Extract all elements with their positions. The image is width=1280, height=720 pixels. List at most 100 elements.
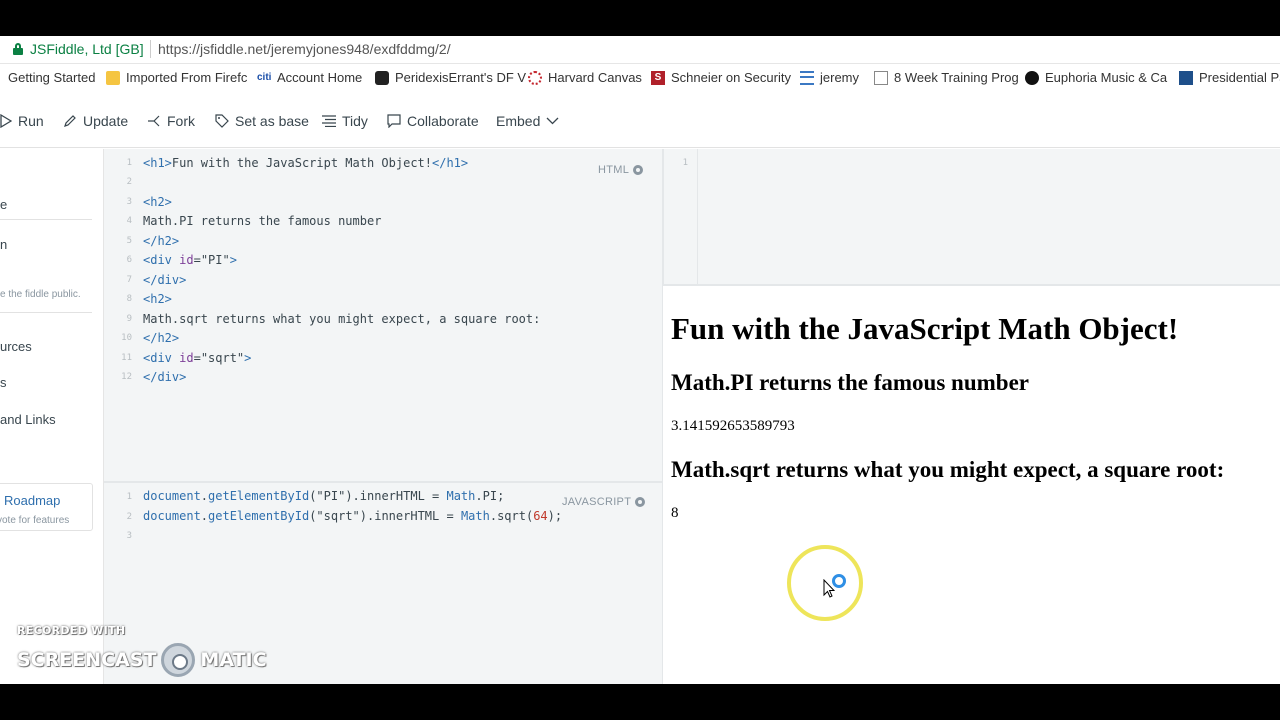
line-number: 3: [126, 531, 132, 541]
tidy-button[interactable]: Tidy: [322, 113, 368, 129]
collaborate-label: Collaborate: [407, 113, 479, 129]
code-line: </div>: [143, 273, 187, 287]
code-line: <h2>: [143, 292, 172, 306]
sidebar-item[interactable]: s: [0, 375, 7, 390]
lines-icon: [322, 115, 336, 127]
line-number: 1: [682, 158, 688, 168]
line-number: 5: [126, 236, 132, 246]
js-label-text: JAVASCRIPT: [562, 496, 632, 508]
bookmark-training[interactable]: 8 Week Training Prog: [874, 70, 1019, 85]
pi-value: 3.141592653589793: [671, 418, 795, 434]
peridexis-icon: [375, 70, 389, 85]
fork-button[interactable]: Fork: [147, 113, 195, 129]
tag-icon: [215, 114, 229, 128]
watermark-line2b: MATIC: [200, 649, 267, 671]
update-button[interactable]: Update: [63, 113, 128, 129]
bookmark-harvard-canvas[interactable]: Harvard Canvas: [528, 70, 642, 85]
bookmark-label: PeridexisErrant's DF V: [395, 70, 527, 85]
lock-icon: [13, 43, 23, 55]
line-number: 4: [126, 216, 132, 226]
schneier-icon: S: [651, 70, 665, 85]
html-gutter: 1 2 3 4 5 6 7 8 9 10 11 12: [104, 149, 136, 481]
list-icon: [800, 70, 814, 85]
roadmap-subtext: vote for features: [0, 515, 70, 526]
bookmark-peridexis[interactable]: PeridexisErrant's DF V: [375, 70, 526, 85]
bookmark-label: 8 Week Training Prog: [894, 70, 1019, 85]
code-line: </div>: [143, 370, 187, 384]
set-as-base-label: Set as base: [235, 113, 309, 129]
site-identity[interactable]: JSFiddle, Ltd [GB]: [30, 41, 144, 57]
line-number: 12: [121, 372, 132, 382]
citi-icon: citi: [257, 70, 272, 85]
bookmark-getting-started[interactable]: Getting Started: [8, 70, 95, 85]
gear-icon[interactable]: [633, 165, 644, 175]
folder-icon: [106, 70, 120, 85]
pencil-icon: [64, 115, 76, 127]
fork-icon: [148, 115, 160, 127]
roadmap-card[interactable]: Roadmap vote for features: [0, 483, 93, 531]
html-label-text: HTML: [598, 164, 630, 176]
fiddle-toolbar: Run Update Fork Set as base Tidy Collabo…: [0, 93, 1280, 148]
watermark-line2a: SCREENCAST: [17, 649, 157, 671]
sqrt-value: 8: [671, 505, 679, 521]
bookmark-presidential[interactable]: Presidential Pa: [1179, 70, 1280, 85]
euphoria-icon: [1025, 70, 1039, 85]
js-panel-label[interactable]: JAVASCRIPT: [562, 496, 646, 508]
sidebar-item-links[interactable]: and Links: [0, 412, 56, 427]
screencast-watermark: RECORDED WITH SCREENCAST MATIC: [17, 624, 267, 677]
code-line: <div id="sqrt">: [143, 351, 252, 365]
code-line: </h2>: [143, 331, 180, 345]
collaborate-button[interactable]: Collaborate: [387, 113, 479, 129]
line-number: 6: [126, 255, 132, 265]
fork-label: Fork: [167, 113, 195, 129]
html-editor[interactable]: 1 2 3 4 5 6 7 8 9 10 11 12 <h1>Fun with …: [104, 149, 662, 481]
bookmark-jeremy[interactable]: jeremy: [800, 70, 859, 85]
line-number: 11: [121, 353, 132, 363]
set-as-base-button[interactable]: Set as base: [215, 113, 309, 129]
bookmark-label: Schneier on Security: [671, 70, 791, 85]
address-separator: [150, 40, 151, 58]
address-bar[interactable]: JSFiddle, Ltd [GB] https://jsfiddle.net/…: [0, 36, 1280, 64]
css-gutter: 1: [664, 149, 698, 284]
mouse-cursor-icon: [823, 579, 835, 598]
line-number: 2: [126, 177, 132, 187]
sidebar-divider: [0, 312, 92, 313]
css-editor[interactable]: 1: [664, 149, 1280, 284]
bookmark-euphoria[interactable]: Euphoria Music & Ca: [1025, 70, 1167, 85]
line-number: 1: [126, 158, 132, 168]
bookmark-account-home[interactable]: citi Account Home: [257, 70, 362, 85]
code-line: </h2>: [143, 234, 180, 248]
run-button[interactable]: Run: [0, 113, 44, 129]
code-line: Math.PI returns the famous number: [143, 214, 382, 228]
chat-icon: [387, 114, 401, 128]
sidebar-item[interactable]: e: [0, 197, 7, 212]
screencast-logo-icon: [161, 643, 196, 677]
sidebar-item-resources[interactable]: urces: [0, 339, 32, 354]
embed-button[interactable]: Embed: [496, 113, 559, 129]
watermark-line1: RECORDED WITH: [17, 624, 126, 637]
result-heading: Fun with the JavaScript Math Object!: [671, 311, 1179, 346]
url-text[interactable]: https://jsfiddle.net/jeremyjones948/exdf…: [158, 41, 451, 57]
update-label: Update: [83, 113, 129, 129]
line-number: 2: [126, 512, 132, 522]
bookmark-label: Imported From Firefc: [126, 70, 248, 85]
line-number: 10: [121, 333, 132, 343]
code-line: <div id="PI">: [143, 253, 237, 267]
chevron-down-icon: [546, 117, 559, 125]
html-panel-label[interactable]: HTML: [598, 164, 644, 176]
presidential-icon: [1179, 70, 1193, 85]
bookmark-label: Euphoria Music & Ca: [1045, 70, 1168, 85]
bookmark-imported[interactable]: Imported From Firefc: [106, 70, 247, 85]
gear-icon[interactable]: [635, 497, 646, 507]
document-icon: [874, 70, 888, 85]
roadmap-link[interactable]: Roadmap: [4, 493, 60, 508]
sidebar-item[interactable]: n: [0, 237, 7, 252]
line-number: 9: [126, 314, 132, 324]
bookmark-label: Presidential Pa: [1199, 70, 1280, 85]
line-number: 1: [126, 492, 132, 502]
bookmark-label: Harvard Canvas: [548, 70, 642, 85]
code-line: document.getElementById("PI").innerHTML …: [143, 489, 505, 503]
code-line: <h2>: [143, 195, 172, 209]
screen: JSFiddle, Ltd [GB] https://jsfiddle.net/…: [0, 36, 1280, 684]
bookmark-schneier[interactable]: S Schneier on Security: [651, 70, 791, 85]
